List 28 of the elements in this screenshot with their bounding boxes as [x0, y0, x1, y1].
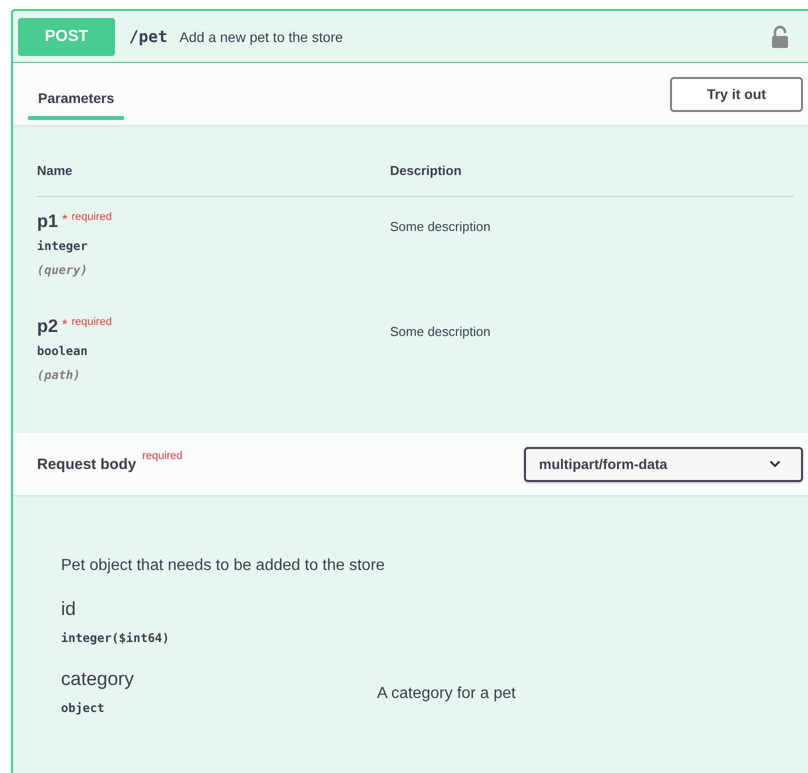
parameter-location: (query): [37, 263, 89, 277]
parameters-tab[interactable]: Parameters: [28, 80, 124, 120]
parameter-type: boolean: [37, 344, 89, 358]
column-header: Description: [390, 163, 462, 178]
property-description: A category for a pet: [377, 685, 516, 702]
required-label: required: [71, 211, 112, 223]
operation-path: /pet: [129, 27, 168, 46]
property-type: integer($int64): [61, 631, 170, 645]
required-asterisk: *: [62, 316, 68, 332]
parameter-description: Some description: [390, 219, 490, 234]
schema-description: Pet object that needs to be added to the store: [61, 557, 386, 575]
parameter-name: p1: [37, 211, 58, 232]
property-name: category: [61, 669, 135, 691]
property-name: id: [61, 599, 77, 621]
required-label: required: [142, 450, 183, 462]
operation-summary: Add a new pet to the store: [180, 28, 343, 44]
method-badge: POST: [18, 18, 115, 56]
parameter-name: p2: [37, 316, 58, 337]
content-type-select[interactable]: multipart/form-data: [524, 446, 803, 482]
parameter-description: Some description: [390, 324, 490, 339]
required-label: required: [71, 316, 112, 328]
try-it-out-button[interactable]: Try it out: [670, 76, 803, 112]
required-asterisk: *: [62, 211, 68, 227]
request-body-title: Request body: [37, 456, 136, 472]
parameter-type: integer: [37, 239, 89, 253]
property-type: object: [61, 701, 106, 715]
parameter-location: (path): [37, 368, 82, 382]
column-header: Name: [37, 163, 74, 178]
